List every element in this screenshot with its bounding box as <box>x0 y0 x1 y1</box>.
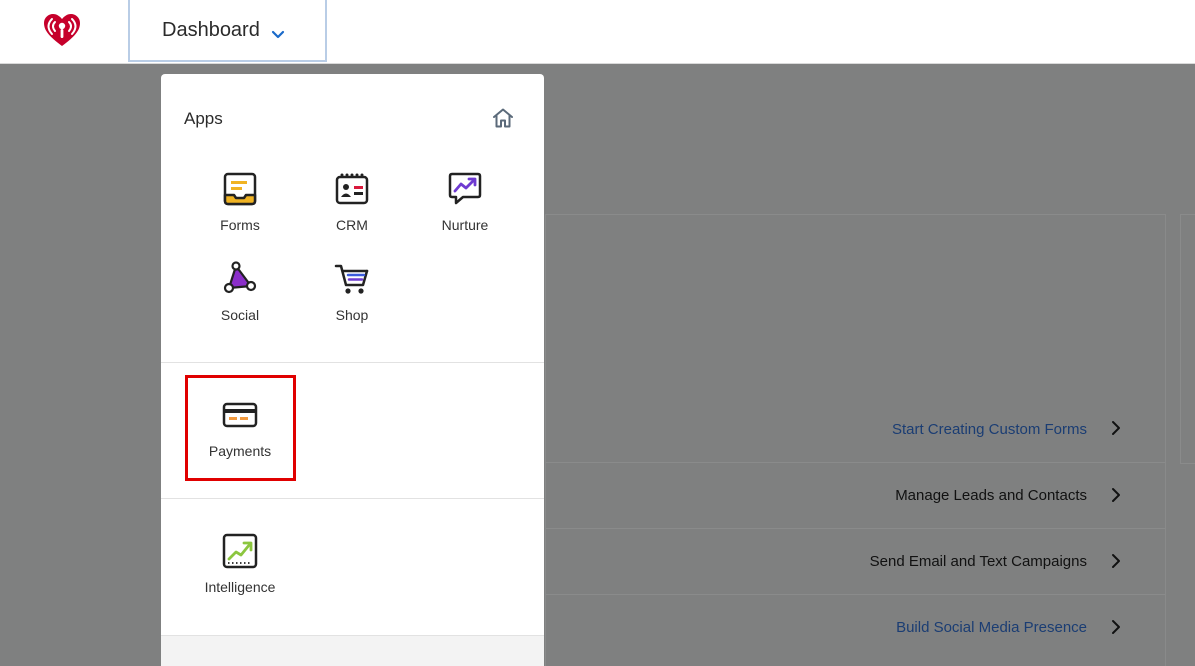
section-divider <box>161 362 544 363</box>
app-social[interactable]: Social <box>190 261 290 341</box>
app-label: Nurture <box>441 217 489 233</box>
crm-icon <box>335 173 369 205</box>
top-bar: Dashboard <box>0 0 1195 64</box>
forms-icon <box>223 172 257 206</box>
highlight-box <box>185 375 296 481</box>
dashboard-label: Dashboard <box>162 18 260 41</box>
app-label: CRM <box>336 217 368 233</box>
app-shop[interactable]: Shop <box>302 261 402 341</box>
app-label: Social <box>220 307 260 323</box>
background-link-row[interactable]: Manage Leads and Contacts <box>546 462 1165 528</box>
app-label: Shop <box>335 307 369 323</box>
social-icon <box>223 261 257 294</box>
menu-title: Apps <box>184 109 223 128</box>
background-link[interactable]: Send Email and Text Campaigns <box>870 553 1087 570</box>
chevron-right-icon <box>1112 554 1120 568</box>
section-divider <box>161 498 544 499</box>
app-intelligence[interactable]: Intelligence <box>190 533 290 613</box>
background-card-secondary <box>1180 214 1195 464</box>
background-link[interactable]: Build Social Media Presence <box>896 619 1087 636</box>
chevron-right-icon <box>1112 488 1120 502</box>
app-label: Forms <box>220 217 260 233</box>
home-icon[interactable] <box>491 107 515 129</box>
background-link[interactable]: Start Creating Custom Forms <box>892 421 1087 438</box>
intelligence-icon <box>222 533 258 569</box>
apps-menu: Apps Forms CRM Nurture Social Shop Payme… <box>161 74 544 666</box>
background-card: Start Creating Custom Forms Manage Leads… <box>545 214 1166 666</box>
background-link-row[interactable]: Start Creating Custom Forms <box>546 396 1165 462</box>
menu-footer <box>161 636 544 666</box>
chevron-right-icon <box>1112 620 1120 634</box>
app-crm[interactable]: CRM <box>302 171 402 251</box>
background-link-row[interactable]: Send Email and Text Campaigns <box>546 528 1165 594</box>
app-label: Intelligence <box>204 579 276 595</box>
chevron-right-icon <box>1112 421 1120 435</box>
background-link-row[interactable]: Build Social Media Presence <box>546 594 1165 660</box>
chevron-down-icon <box>271 30 284 39</box>
dashboard-dropdown-button[interactable]: Dashboard <box>128 0 327 62</box>
app-nurture[interactable]: Nurture <box>415 171 515 251</box>
shop-icon <box>334 264 369 294</box>
app-forms[interactable]: Forms <box>190 171 290 251</box>
background-link[interactable]: Manage Leads and Contacts <box>895 487 1087 504</box>
nurture-icon <box>448 172 482 205</box>
iheart-logo[interactable] <box>40 12 84 48</box>
